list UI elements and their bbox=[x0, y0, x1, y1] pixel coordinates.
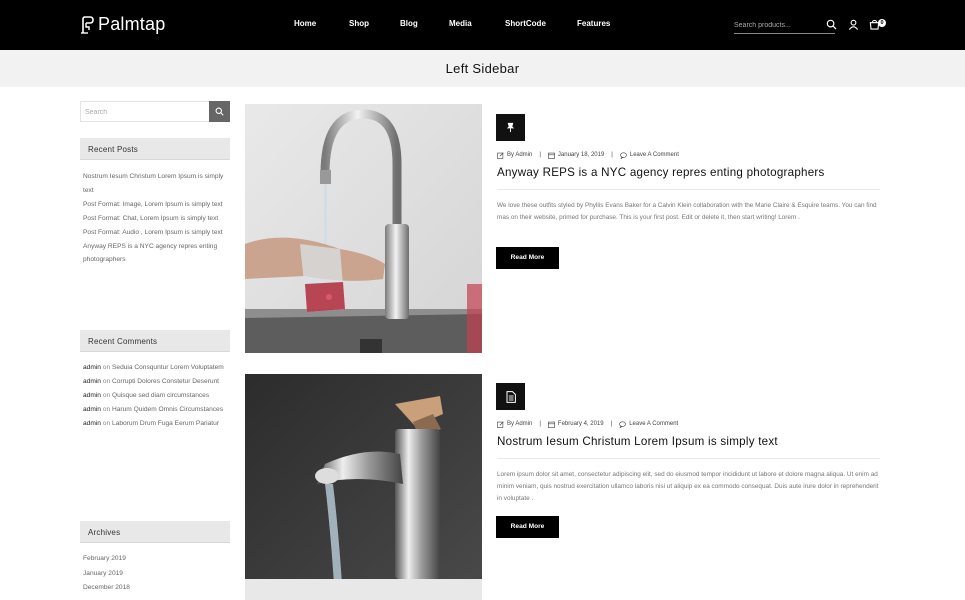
recent-comment: admin on Harum Quidem Omnis Circumstance… bbox=[83, 403, 230, 417]
comment-post-link[interactable]: Laborum Drum Fuga Eerum Pariatur bbox=[112, 420, 219, 427]
faucet-photo bbox=[245, 104, 482, 353]
page-title-band: Left Sidebar bbox=[0, 50, 965, 87]
recent-post-link[interactable]: Nostrum Iesum Christum Lorem Ipsum is si… bbox=[83, 170, 230, 197]
post-title[interactable]: Nostrum Iesum Christum Lorem Ipsum is si… bbox=[497, 435, 887, 448]
read-more-button[interactable]: Read More bbox=[496, 516, 559, 538]
post-excerpt: We love these outfits styled by Phyllis … bbox=[497, 202, 877, 222]
recent-comments-title: Recent Comments bbox=[80, 330, 230, 352]
comment-on-word: on bbox=[102, 392, 111, 399]
recent-comments-heading: Recent Comments bbox=[88, 337, 158, 346]
calendar-icon bbox=[548, 152, 555, 159]
post-comments-link[interactable]: Leave A Comment bbox=[629, 421, 678, 427]
archives-heading: Archives bbox=[88, 528, 121, 537]
post-comments-link[interactable]: Leave A Comment bbox=[630, 152, 679, 158]
read-more-button[interactable]: Read More bbox=[496, 247, 559, 269]
meta-author: By Admin bbox=[497, 420, 532, 428]
comment-post-link[interactable]: Seduia Consquntur Lorem Voluptatem bbox=[112, 364, 224, 371]
sidebar-search-button[interactable] bbox=[209, 101, 230, 122]
sidebar-search bbox=[80, 101, 230, 122]
edit-icon bbox=[497, 151, 504, 159]
header-search-input[interactable] bbox=[734, 18, 819, 32]
comment-icon bbox=[619, 421, 627, 428]
nav-shop[interactable]: Shop bbox=[349, 19, 369, 28]
comment-on-word: on bbox=[102, 364, 111, 371]
archive-link[interactable]: February 2019 bbox=[83, 552, 230, 567]
faucet-photo bbox=[245, 374, 482, 600]
post-format-pin bbox=[496, 114, 525, 141]
user-icon[interactable] bbox=[848, 19, 859, 30]
comment-author[interactable]: admin bbox=[83, 392, 101, 399]
recent-post-link[interactable]: Post Format: Chat, Lorem Ipsum is simply… bbox=[83, 212, 230, 226]
comment-author[interactable]: admin bbox=[83, 364, 101, 371]
comment-author[interactable]: admin bbox=[83, 406, 101, 413]
comment-post-link[interactable]: Harum Quidem Omnis Circumstances bbox=[112, 406, 223, 413]
recent-posts-title: Recent Posts bbox=[80, 138, 230, 160]
nav-media[interactable]: Media bbox=[449, 19, 472, 28]
post-format-standard bbox=[496, 383, 525, 410]
recent-post-link[interactable]: Post Format: Image, Lorem Ipsum is simpl… bbox=[83, 198, 230, 212]
recent-post-link[interactable]: Anyway REPS is a NYC agency repres entin… bbox=[83, 240, 230, 267]
page-title: Left Sidebar bbox=[445, 61, 520, 76]
nav-home[interactable]: Home bbox=[294, 19, 316, 28]
post-date[interactable]: January 18, 2019 bbox=[558, 152, 604, 158]
comment-icon bbox=[620, 152, 627, 159]
nav-features[interactable]: Features bbox=[577, 19, 610, 28]
post-author[interactable]: By Admin bbox=[507, 421, 532, 427]
meta-author: By Admin bbox=[497, 151, 532, 159]
post-divider bbox=[497, 189, 880, 190]
archive-link[interactable]: January 2019 bbox=[83, 567, 230, 582]
comment-author[interactable]: admin bbox=[83, 378, 101, 385]
meta-comments: Leave A Comment bbox=[620, 152, 679, 159]
post-title[interactable]: Anyway REPS is a NYC agency repres entin… bbox=[497, 166, 887, 179]
comment-on-word: on bbox=[102, 406, 111, 413]
recent-comment: admin on Corrupti Dolores Constetur Dese… bbox=[83, 375, 230, 389]
archive-link[interactable]: December 2018 bbox=[83, 581, 230, 596]
cart-count-badge: 0 bbox=[878, 19, 886, 27]
post-excerpt: Lorem ipsum dolor sit amet, consectetur … bbox=[497, 471, 879, 503]
search-icon[interactable] bbox=[826, 19, 837, 30]
post-date[interactable]: February 4, 2019 bbox=[558, 421, 604, 427]
meta-comments: Leave A Comment bbox=[619, 421, 678, 428]
sidebar-search-input[interactable] bbox=[85, 106, 205, 118]
recent-comment: admin on Laborum Drum Fuga Eerum Pariatu… bbox=[83, 417, 230, 431]
archives-list: February 2019 January 2019 December 2018 bbox=[83, 552, 230, 596]
site-header: Palmtap Home Shop Blog Media ShortCode F… bbox=[0, 0, 965, 50]
post-author[interactable]: By Admin bbox=[507, 152, 532, 158]
comment-post-link[interactable]: Corrupti Dolores Constetur Deserunt bbox=[112, 378, 219, 385]
recent-comments-list: admin on Seduia Consquntur Lorem Volupta… bbox=[83, 361, 230, 431]
comment-post-link[interactable]: Quisque sed diam circumstances bbox=[112, 392, 209, 399]
post-meta: By Admin | January 18, 2019 | Leave A Co… bbox=[497, 150, 679, 160]
search-icon bbox=[215, 107, 224, 116]
header-search bbox=[734, 17, 835, 34]
edit-icon bbox=[497, 420, 504, 428]
pin-icon bbox=[506, 122, 515, 133]
recent-post-link[interactable]: Post Format: Audio , Lorem Ipsum is simp… bbox=[83, 226, 230, 240]
recent-comment: admin on Seduia Consquntur Lorem Volupta… bbox=[83, 361, 230, 375]
comment-author[interactable]: admin bbox=[83, 420, 101, 427]
calendar-icon bbox=[548, 421, 555, 428]
post-divider bbox=[497, 458, 880, 459]
recent-posts-heading: Recent Posts bbox=[88, 145, 138, 154]
post-image-faucet[interactable] bbox=[245, 374, 482, 600]
post-meta: By Admin | February 4, 2019 | Leave A Co… bbox=[497, 419, 678, 429]
recent-posts-list: Nostrum Iesum Christum Lorem Ipsum is si… bbox=[83, 170, 230, 267]
comment-on-word: on bbox=[102, 420, 111, 427]
comment-on-word: on bbox=[102, 378, 111, 385]
post-image-faucet[interactable] bbox=[245, 104, 482, 353]
nav-blog[interactable]: Blog bbox=[400, 19, 418, 28]
archives-title: Archives bbox=[80, 521, 230, 543]
meta-date: February 4, 2019 bbox=[548, 421, 604, 428]
nav-shortcode[interactable]: ShortCode bbox=[505, 19, 546, 28]
recent-comment: admin on Quisque sed diam circumstances bbox=[83, 389, 230, 403]
meta-date: January 18, 2019 bbox=[548, 152, 604, 159]
document-icon bbox=[506, 390, 516, 403]
